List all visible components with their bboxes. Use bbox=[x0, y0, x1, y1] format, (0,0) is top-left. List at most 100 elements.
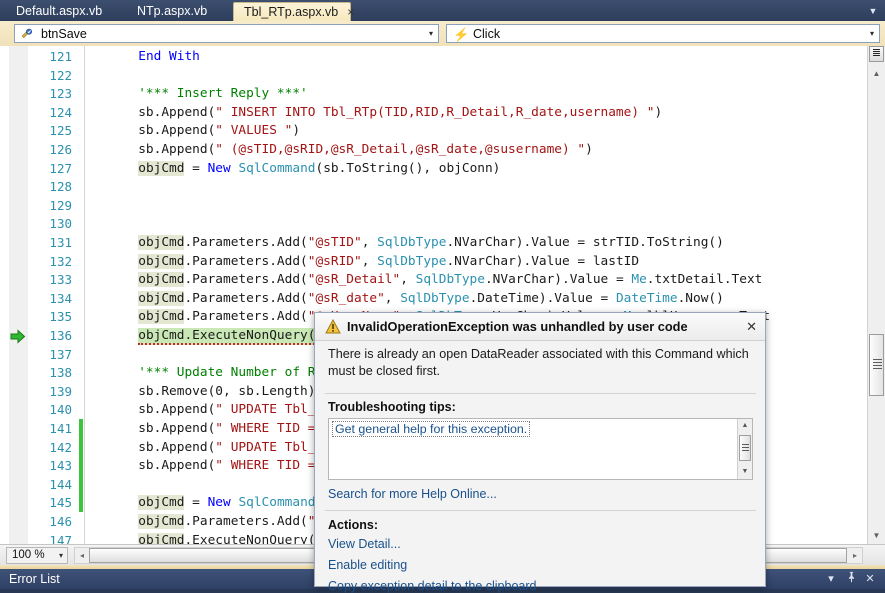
member-dropdown-chevron-down-icon[interactable]: ▾ bbox=[429, 25, 433, 42]
event-dropdown-chevron-down-icon[interactable]: ▾ bbox=[870, 25, 874, 42]
document-tab-2[interactable]: Tbl_RTp.aspx.vb× bbox=[233, 2, 351, 22]
line-number: 129 bbox=[28, 198, 72, 213]
code-line[interactable]: objCmd.ExecuteNonQuery() bbox=[92, 533, 323, 544]
code-token: = bbox=[184, 495, 207, 510]
code-line[interactable]: objCmd.Parameters.Add("@sRID", SqlDbType… bbox=[92, 254, 639, 269]
code-line[interactable]: objCmd.Parameters.Add("@sR_date", SqlDbT… bbox=[92, 291, 724, 306]
line-number: 126 bbox=[28, 142, 72, 157]
code-token: objCmd bbox=[138, 254, 184, 269]
code-line[interactable]: sb.Remove(0, sb.Length) bbox=[92, 384, 315, 399]
tab-overflow-chevron-down-icon[interactable]: ▼ bbox=[865, 4, 881, 18]
exception-action-link-0[interactable]: View Detail... bbox=[328, 537, 401, 551]
code-token: sb.Remove(0, sb.Length) bbox=[92, 384, 315, 399]
code-token bbox=[92, 235, 138, 250]
exception-dialog-close-icon[interactable]: ✕ bbox=[746, 313, 757, 340]
gutter-separator bbox=[84, 46, 85, 544]
code-token bbox=[92, 328, 138, 343]
code-line[interactable]: sb.Append(" (@sTID,@sRID,@sR_Detail,@sR_… bbox=[92, 142, 593, 157]
tips-scroll-down-icon[interactable]: ▼ bbox=[738, 465, 752, 479]
document-tab-strip: Default.aspx.vbNTp.aspx.vbTbl_RTp.aspx.v… bbox=[0, 0, 885, 21]
code-line[interactable]: sb.Append(" UPDATE Tbl_NTp bbox=[92, 440, 339, 455]
hscroll-left-arrow-icon[interactable]: ◂ bbox=[75, 548, 89, 563]
warning-triangle-icon bbox=[325, 319, 341, 334]
exception-message: There is already an open DataReader asso… bbox=[328, 346, 752, 380]
method-icon bbox=[20, 28, 34, 41]
code-line[interactable]: objCmd.Parameters.Add("@s bbox=[92, 514, 331, 529]
line-number: 141 bbox=[28, 421, 72, 436]
code-line[interactable]: objCmd = New SqlCommand(sb.ToString(), o… bbox=[92, 161, 500, 176]
panel-close-icon[interactable]: ✕ bbox=[862, 571, 878, 587]
search-more-help-link[interactable]: Search for more Help Online... bbox=[328, 487, 497, 501]
code-token: , bbox=[385, 291, 400, 306]
code-token bbox=[92, 49, 138, 64]
event-dropdown[interactable]: ⚡ Click ▾ bbox=[446, 24, 880, 43]
troubleshooting-tips-list[interactable]: Get general help for this exception. ▲ ▼ bbox=[328, 418, 753, 480]
code-token: = bbox=[184, 161, 207, 176]
code-token: objCmd bbox=[138, 533, 184, 544]
code-token: .NVarChar).Value = lastID bbox=[446, 254, 639, 269]
tab-close-icon[interactable]: × bbox=[347, 5, 354, 19]
code-token: objCmd bbox=[138, 161, 184, 176]
code-token: , bbox=[400, 272, 415, 287]
code-token bbox=[92, 272, 138, 287]
code-line[interactable]: objCmd.ExecuteNonQuery() bbox=[92, 328, 323, 343]
line-number: 131 bbox=[28, 235, 72, 250]
code-token: ) bbox=[654, 105, 662, 120]
code-line[interactable]: End With bbox=[92, 49, 200, 64]
line-number: 135 bbox=[28, 309, 72, 324]
document-tab-1[interactable]: NTp.aspx.vb bbox=[127, 2, 239, 21]
exception-action-link-1[interactable]: Enable editing bbox=[328, 558, 407, 572]
zoom-level-dropdown[interactable]: 100 % ▾ bbox=[6, 547, 68, 564]
line-number: 122 bbox=[28, 68, 72, 83]
split-view-icon[interactable]: ≣ bbox=[869, 46, 884, 62]
code-line[interactable]: objCmd.Parameters.Add("@sTID", SqlDbType… bbox=[92, 235, 724, 250]
code-token: objCmd bbox=[138, 309, 184, 324]
line-number: 145 bbox=[28, 495, 72, 510]
code-line[interactable]: sb.Append(" INSERT INTO Tbl_RTp(TID,RID,… bbox=[92, 105, 662, 120]
code-line[interactable]: sb.Append(" WHERE TID = @s bbox=[92, 458, 339, 473]
code-line[interactable]: '*** Insert Reply ***' bbox=[92, 86, 308, 101]
execution-pointer-icon bbox=[10, 329, 26, 345]
line-number: 123 bbox=[28, 86, 72, 101]
code-token: DateTime bbox=[616, 291, 678, 306]
code-token: .NVarChar).Value = bbox=[485, 272, 631, 287]
scroll-up-arrow-icon[interactable]: ▲ bbox=[869, 66, 884, 81]
code-line[interactable]: sb.Append(" VALUES ") bbox=[92, 123, 300, 138]
code-token: sb.Append( bbox=[92, 440, 215, 455]
divider-above-actions bbox=[325, 510, 756, 511]
line-number: 139 bbox=[28, 384, 72, 399]
code-token: .txtDetail.Text bbox=[647, 272, 763, 287]
document-tab-0[interactable]: Default.aspx.vb bbox=[6, 2, 133, 21]
panel-pin-icon[interactable] bbox=[843, 571, 859, 587]
code-token: Me bbox=[631, 272, 646, 287]
hscroll-right-arrow-icon[interactable]: ▸ bbox=[848, 548, 862, 563]
editor-vertical-scrollbar[interactable]: ≣ ▲ ▼ bbox=[867, 46, 885, 544]
code-token: New bbox=[208, 161, 231, 176]
vertical-scrollbar-thumb[interactable] bbox=[869, 334, 884, 396]
tips-scrollbar-thumb[interactable] bbox=[739, 435, 751, 461]
panel-menu-chevron-down-icon[interactable]: ▾ bbox=[823, 571, 839, 587]
code-token: sb.Append( bbox=[92, 142, 215, 157]
breakpoint-margin[interactable] bbox=[9, 46, 28, 544]
code-token: SqlCommand bbox=[238, 495, 315, 510]
code-line[interactable]: sb.Append(" WHERE TID = @s bbox=[92, 421, 339, 436]
exception-action-link-2[interactable]: Copy exception detail to the clipboard bbox=[328, 579, 536, 593]
code-token: "@sR_Detail" bbox=[308, 272, 400, 287]
member-dropdown[interactable]: btnSave ▾ bbox=[14, 24, 439, 43]
code-token bbox=[92, 254, 138, 269]
code-token: "@sRID" bbox=[308, 254, 362, 269]
exception-assistant-dialog[interactable]: InvalidOperationException was unhandled … bbox=[314, 312, 766, 587]
scroll-down-arrow-icon[interactable]: ▼ bbox=[869, 528, 884, 543]
tip-link-general-help[interactable]: Get general help for this exception. bbox=[332, 421, 530, 437]
code-line[interactable]: objCmd.Parameters.Add("@sR_Detail", SqlD… bbox=[92, 272, 762, 287]
tips-scroll-up-icon[interactable]: ▲ bbox=[738, 419, 752, 433]
code-token: " (@sTID,@sRID,@sR_Detail,@sR_date,@suse… bbox=[215, 142, 585, 157]
code-line[interactable]: sb.Append(" UPDATE Tbl_NTp bbox=[92, 402, 339, 417]
code-line[interactable]: '*** Update Number of Rep bbox=[92, 365, 331, 380]
zoom-chevron-down-icon[interactable]: ▾ bbox=[59, 548, 63, 563]
line-number: 144 bbox=[28, 477, 72, 492]
code-line[interactable]: objCmd = New SqlCommand(s bbox=[92, 495, 331, 510]
code-token: .NVarChar).Value = strTID.ToString() bbox=[446, 235, 723, 250]
code-token bbox=[92, 533, 138, 544]
tips-scrollbar[interactable]: ▲ ▼ bbox=[737, 419, 752, 479]
